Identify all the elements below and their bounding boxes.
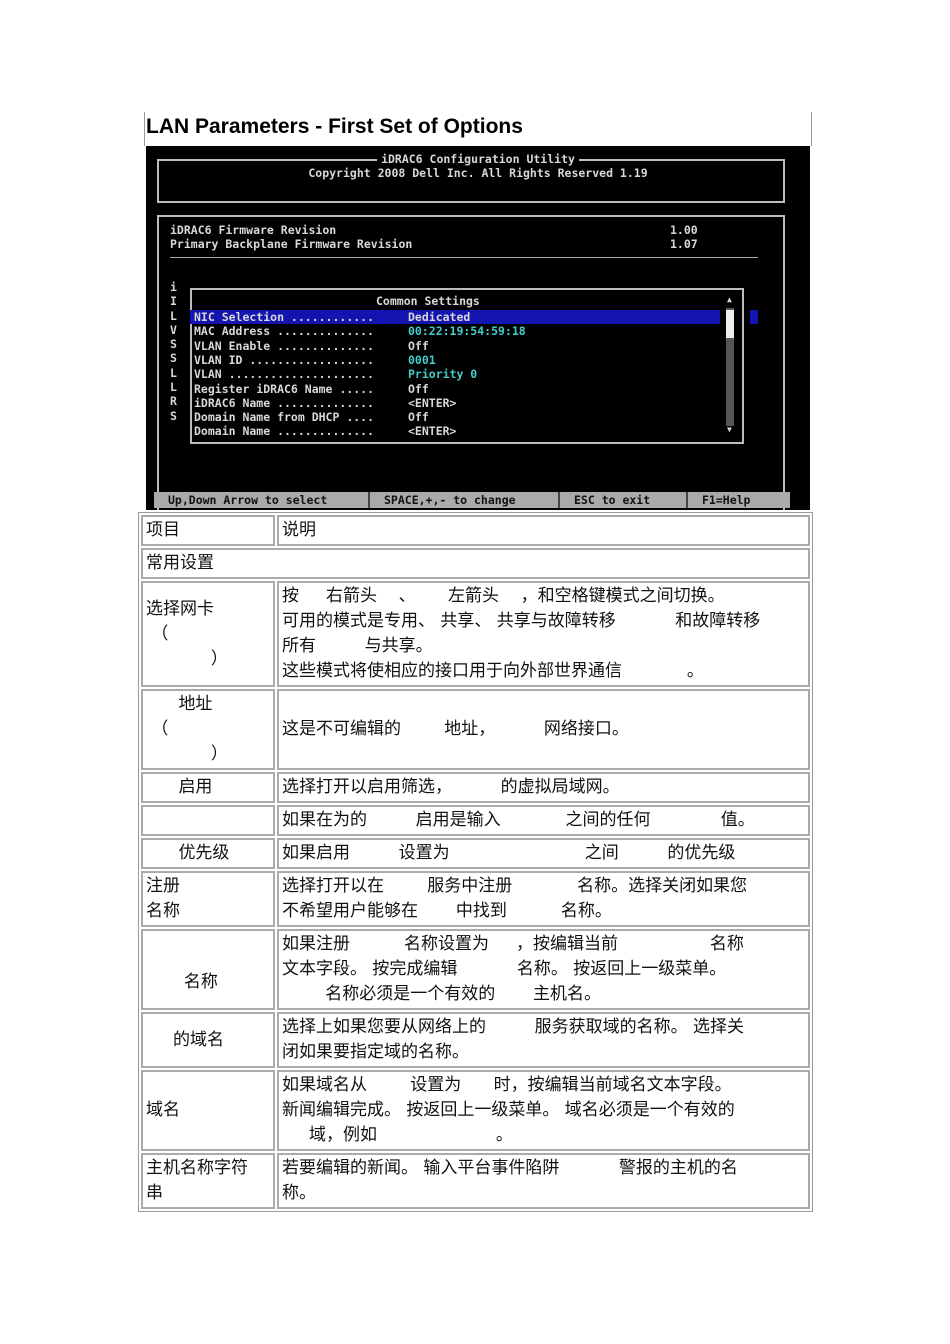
setting-value[interactable]: <ENTER> (408, 424, 456, 438)
table-row: 主机名称字符 串若要编辑的新闻。 输入平台事件陷阱 警报的主机的名 称。 (141, 1153, 810, 1209)
section-label: 常用设置 (141, 548, 810, 579)
scroll-down-icon[interactable]: ▼ (727, 425, 732, 434)
setting-value[interactable]: Priority 0 (408, 367, 477, 381)
utility-title: iDRAC6 Configuration Utility (377, 152, 579, 166)
selection-highlight-tail (750, 310, 758, 324)
table-row: 如果在为的 启用是输入 之间的任何 值。 (141, 805, 810, 836)
setting-value[interactable]: Off (408, 410, 429, 424)
section-row: 常用设置 (141, 548, 810, 579)
table-row: 域名 如果域名从 设置为 时，按编辑当前域名文本字段。 新闻编辑完成。 按返回上一… (141, 1070, 810, 1151)
setting-value[interactable]: 00:22:19:54:59:18 (408, 324, 526, 338)
popup-title: Common Settings (376, 294, 480, 308)
item-cell: 主机名称字符 串 (141, 1153, 275, 1209)
description-cell: 这是不可编辑的 地址， 网络接口。 (277, 689, 810, 770)
setting-value[interactable]: Dedicated (408, 310, 470, 324)
header-description: 说明 (277, 515, 810, 546)
copyright: Copyright 2008 Dell Inc. All Rights Rese… (308, 166, 648, 180)
item-cell (141, 805, 275, 836)
fw-value: 1.07 (670, 237, 698, 251)
item-cell: 选择网卡 （ ） (141, 581, 275, 687)
scrollbar-thumb[interactable] (726, 310, 734, 338)
status-hint: ESC to exit (560, 492, 688, 508)
setting-label[interactable]: NIC Selection ............ (194, 310, 374, 324)
table-row: 地址 （ ）这是不可编辑的 地址， 网络接口。 (141, 689, 810, 770)
description-cell: 选择打开以在 服务中注册 名称。选择关闭如果您 不希望用户能够在 中找到 名称。 (277, 871, 810, 927)
status-hint: F1=Help (702, 493, 751, 507)
description-cell: 如果在为的 启用是输入 之间的任何 值。 (277, 805, 810, 836)
setting-value[interactable]: Off (408, 382, 429, 396)
setting-label[interactable]: Domain Name from DHCP .... (194, 410, 374, 424)
item-cell: 地址 （ ） (141, 689, 275, 770)
idrac-screenshot: iDRAC6 Configuration Utility Copyright 2… (146, 146, 810, 510)
fw-label: Primary Backplane Firmware Revision (170, 237, 413, 251)
status-bar: Up,Down Arrow to select SPACE,+,- to cha… (154, 492, 790, 508)
description-cell: 选择上如果您要从网络上的 服务获取域的名称。 选择关 闭如果要指定域的名称。 (277, 1012, 810, 1068)
setting-value[interactable]: 0001 (408, 353, 436, 367)
description-cell: 按 右箭头 、 左箭头 ，和空格键模式之间切换。 可用的模式是专用、 共享、 共… (277, 581, 810, 687)
side-letters: i I L V S S L L R S (170, 280, 177, 423)
table-row: 注册 名称 选择打开以在 服务中注册 名称。选择关闭如果您 不希望用户能够在 中找… (141, 871, 810, 927)
status-hint: Up,Down Arrow to select (154, 492, 370, 508)
setting-label[interactable]: Domain Name .............. (194, 424, 374, 438)
setting-label[interactable]: Register iDRAC6 Name ..... (194, 382, 374, 396)
description-cell: 如果域名从 设置为 时，按编辑当前域名文本字段。 新闻编辑完成。 按返回上一级菜… (277, 1070, 810, 1151)
item-cell: 优先级 (141, 838, 275, 869)
setting-value[interactable]: <ENTER> (408, 396, 456, 410)
description-cell: 如果启用 设置为 之间 的优先级 (277, 838, 810, 869)
setting-label[interactable]: iDRAC6 Name .............. (194, 396, 374, 410)
fw-label: iDRAC6 Firmware Revision (170, 223, 337, 237)
table-row: 选择网卡 （ ）按 右箭头 、 左箭头 ，和空格键模式之间切换。 可用的模式是专… (141, 581, 810, 687)
item-cell: 注册 名称 (141, 871, 275, 927)
setting-label[interactable]: VLAN ..................... (194, 367, 374, 381)
item-cell: 的域名 (141, 1012, 275, 1068)
table-row: 启用 选择打开以启用筛选， 的虚拟局域网。 (141, 772, 810, 803)
divider (170, 257, 758, 258)
status-hint: SPACE,+,- to change (370, 492, 560, 508)
section-title: LAN Parameters - First Set of Options (146, 115, 523, 138)
setting-value[interactable]: Off (408, 339, 429, 353)
setting-label[interactable]: MAC Address .............. (194, 324, 374, 338)
description-cell: 选择打开以启用筛选， 的虚拟局域网。 (277, 772, 810, 803)
setting-label[interactable]: VLAN ID .................. (194, 353, 374, 367)
header-item: 项目 (141, 515, 275, 546)
setting-label[interactable]: VLAN Enable .............. (194, 339, 374, 353)
item-cell: 域名 (141, 1070, 275, 1151)
scroll-up-icon[interactable]: ▲ (727, 295, 732, 304)
table-header-row: 项目 说明 (141, 515, 810, 546)
fw-value: 1.00 (670, 223, 698, 237)
item-cell: 名称 (141, 929, 275, 1010)
table-row: 名称 如果注册 名称设置为 ，按编辑当前 名称 文本字段。 按完成编辑 名称。 按… (141, 929, 810, 1010)
options-table: 项目 说明 常用设置 选择网卡 （ ）按 右箭头 、 左箭头 ，和空格键模式之间切… (138, 512, 813, 1212)
table-row: 的域名 选择上如果您要从网络上的 服务获取域的名称。 选择关 闭如果要指定域的名称… (141, 1012, 810, 1068)
table-row: 优先级 如果启用 设置为 之间 的优先级 (141, 838, 810, 869)
description-cell: 若要编辑的新闻。 输入平台事件陷阱 警报的主机的名 称。 (277, 1153, 810, 1209)
description-cell: 如果注册 名称设置为 ，按编辑当前 名称 文本字段。 按完成编辑 名称。 按返回… (277, 929, 810, 1010)
item-cell: 启用 (141, 772, 275, 803)
